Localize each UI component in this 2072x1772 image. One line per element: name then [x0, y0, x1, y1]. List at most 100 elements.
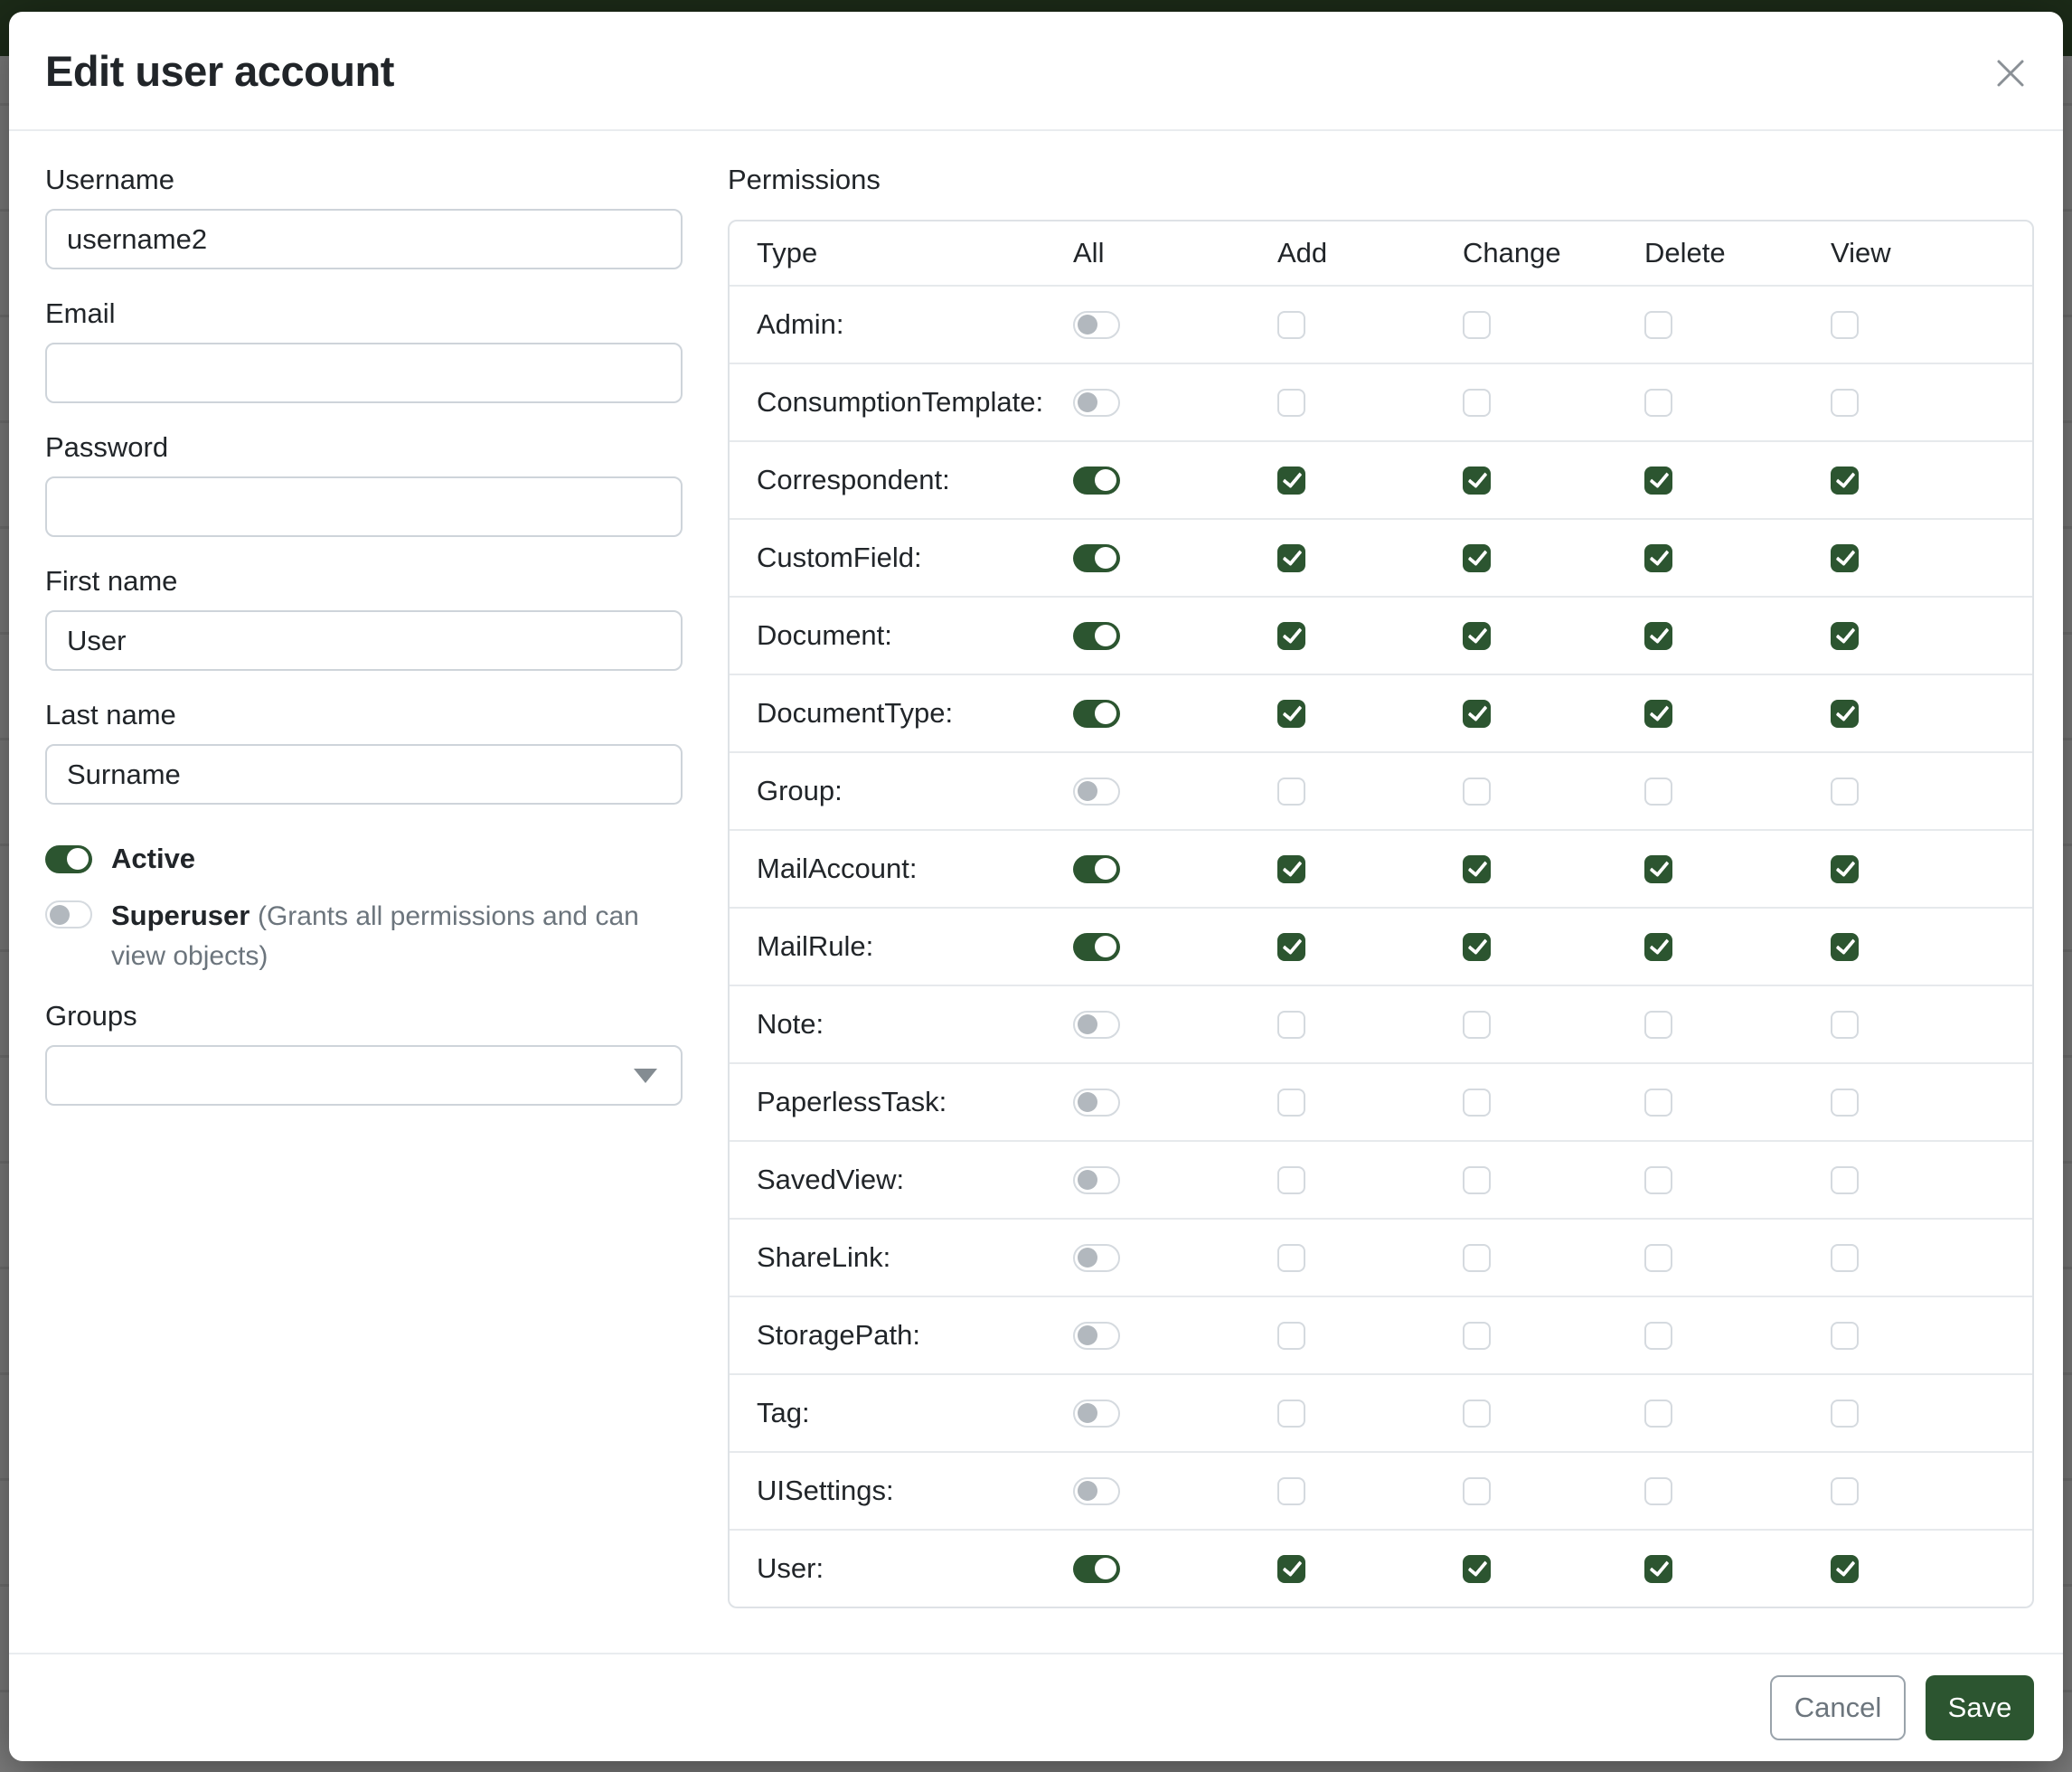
- save-button[interactable]: Save: [1926, 1675, 2034, 1740]
- permission-view-checkbox[interactable]: [1831, 311, 1859, 339]
- permission-view-checkbox[interactable]: [1831, 1244, 1859, 1272]
- permission-view-checkbox[interactable]: [1831, 1089, 1859, 1117]
- permission-all-toggle[interactable]: [1073, 1244, 1120, 1272]
- permission-all-toggle[interactable]: [1073, 311, 1120, 339]
- permission-delete-checkbox[interactable]: [1644, 467, 1672, 495]
- username-input[interactable]: [45, 209, 683, 269]
- permission-delete-checkbox[interactable]: [1644, 700, 1672, 728]
- permission-delete-checkbox[interactable]: [1644, 933, 1672, 961]
- permission-add-checkbox[interactable]: [1277, 700, 1305, 728]
- permission-all-toggle[interactable]: [1073, 1400, 1120, 1428]
- permission-all-toggle[interactable]: [1073, 933, 1120, 961]
- permission-view-checkbox[interactable]: [1831, 1477, 1859, 1505]
- permission-view-checkbox[interactable]: [1831, 544, 1859, 572]
- permission-change-checkbox[interactable]: [1463, 1400, 1491, 1428]
- permission-view-checkbox[interactable]: [1831, 1322, 1859, 1350]
- permission-view-checkbox[interactable]: [1831, 933, 1859, 961]
- permission-all-toggle[interactable]: [1073, 700, 1120, 728]
- modal-footer: Cancel Save: [9, 1653, 2063, 1761]
- permission-delete-checkbox[interactable]: [1644, 1477, 1672, 1505]
- column-header-type: Type: [730, 237, 1041, 269]
- permission-add-checkbox[interactable]: [1277, 1166, 1305, 1194]
- permission-delete-checkbox[interactable]: [1644, 778, 1672, 806]
- permission-add-checkbox[interactable]: [1277, 467, 1305, 495]
- permission-all-toggle[interactable]: [1073, 1166, 1120, 1194]
- permission-view-checkbox[interactable]: [1831, 1166, 1859, 1194]
- permission-delete-checkbox[interactable]: [1644, 1166, 1672, 1194]
- permission-view-checkbox[interactable]: [1831, 467, 1859, 495]
- password-input[interactable]: [45, 476, 683, 537]
- permission-add-checkbox[interactable]: [1277, 311, 1305, 339]
- permission-change-checkbox[interactable]: [1463, 855, 1491, 883]
- permission-change-checkbox[interactable]: [1463, 1089, 1491, 1117]
- permission-delete-checkbox[interactable]: [1644, 1322, 1672, 1350]
- permission-row: Correspondent:: [730, 440, 2032, 518]
- first-name-input[interactable]: [45, 610, 683, 671]
- permission-delete-checkbox[interactable]: [1644, 1555, 1672, 1583]
- permission-view-checkbox[interactable]: [1831, 622, 1859, 650]
- permission-view-checkbox[interactable]: [1831, 389, 1859, 417]
- permission-all-toggle[interactable]: [1073, 1322, 1120, 1350]
- email-input[interactable]: [45, 343, 683, 403]
- permission-delete-checkbox[interactable]: [1644, 1244, 1672, 1272]
- permission-change-checkbox[interactable]: [1463, 778, 1491, 806]
- permission-change-checkbox[interactable]: [1463, 1322, 1491, 1350]
- active-toggle[interactable]: [45, 845, 92, 873]
- permission-delete-checkbox[interactable]: [1644, 544, 1672, 572]
- permission-all-toggle[interactable]: [1073, 855, 1120, 883]
- permission-add-checkbox[interactable]: [1277, 1322, 1305, 1350]
- permission-view-checkbox[interactable]: [1831, 1011, 1859, 1039]
- close-button[interactable]: [1991, 53, 2030, 93]
- permission-add-checkbox[interactable]: [1277, 778, 1305, 806]
- permission-add-checkbox[interactable]: [1277, 855, 1305, 883]
- permission-all-toggle[interactable]: [1073, 389, 1120, 417]
- permission-delete-checkbox[interactable]: [1644, 855, 1672, 883]
- permission-all-toggle[interactable]: [1073, 778, 1120, 806]
- permission-change-checkbox[interactable]: [1463, 311, 1491, 339]
- permission-all-toggle[interactable]: [1073, 544, 1120, 572]
- permission-all-toggle[interactable]: [1073, 1477, 1120, 1505]
- permission-type-label: SavedView:: [757, 1164, 904, 1195]
- permission-delete-checkbox[interactable]: [1644, 389, 1672, 417]
- permission-change-checkbox[interactable]: [1463, 1166, 1491, 1194]
- permission-change-checkbox[interactable]: [1463, 622, 1491, 650]
- permission-view-checkbox[interactable]: [1831, 855, 1859, 883]
- permission-add-checkbox[interactable]: [1277, 1555, 1305, 1583]
- permission-add-checkbox[interactable]: [1277, 1477, 1305, 1505]
- permission-change-checkbox[interactable]: [1463, 389, 1491, 417]
- permission-add-checkbox[interactable]: [1277, 933, 1305, 961]
- permission-change-checkbox[interactable]: [1463, 467, 1491, 495]
- permission-all-toggle[interactable]: [1073, 622, 1120, 650]
- permission-change-checkbox[interactable]: [1463, 1555, 1491, 1583]
- permission-change-checkbox[interactable]: [1463, 1011, 1491, 1039]
- permission-add-checkbox[interactable]: [1277, 1244, 1305, 1272]
- permission-view-checkbox[interactable]: [1831, 1400, 1859, 1428]
- groups-select[interactable]: [45, 1045, 683, 1106]
- permission-all-toggle[interactable]: [1073, 1555, 1120, 1583]
- permission-delete-checkbox[interactable]: [1644, 1089, 1672, 1117]
- cancel-button[interactable]: Cancel: [1770, 1675, 1906, 1740]
- permission-all-toggle[interactable]: [1073, 1089, 1120, 1117]
- permission-delete-checkbox[interactable]: [1644, 311, 1672, 339]
- permission-all-toggle[interactable]: [1073, 467, 1120, 495]
- permission-add-checkbox[interactable]: [1277, 1089, 1305, 1117]
- permission-view-checkbox[interactable]: [1831, 778, 1859, 806]
- permission-view-checkbox[interactable]: [1831, 700, 1859, 728]
- permission-change-checkbox[interactable]: [1463, 544, 1491, 572]
- permission-add-checkbox[interactable]: [1277, 544, 1305, 572]
- permission-change-checkbox[interactable]: [1463, 1244, 1491, 1272]
- last-name-input[interactable]: [45, 744, 683, 805]
- permission-add-checkbox[interactable]: [1277, 1011, 1305, 1039]
- permission-change-checkbox[interactable]: [1463, 1477, 1491, 1505]
- permission-add-checkbox[interactable]: [1277, 389, 1305, 417]
- superuser-toggle[interactable]: [45, 900, 92, 928]
- permission-add-checkbox[interactable]: [1277, 1400, 1305, 1428]
- permission-delete-checkbox[interactable]: [1644, 622, 1672, 650]
- permission-add-checkbox[interactable]: [1277, 622, 1305, 650]
- permission-delete-checkbox[interactable]: [1644, 1400, 1672, 1428]
- permission-view-checkbox[interactable]: [1831, 1555, 1859, 1583]
- permission-all-toggle[interactable]: [1073, 1011, 1120, 1039]
- permission-change-checkbox[interactable]: [1463, 933, 1491, 961]
- permission-change-checkbox[interactable]: [1463, 700, 1491, 728]
- permission-delete-checkbox[interactable]: [1644, 1011, 1672, 1039]
